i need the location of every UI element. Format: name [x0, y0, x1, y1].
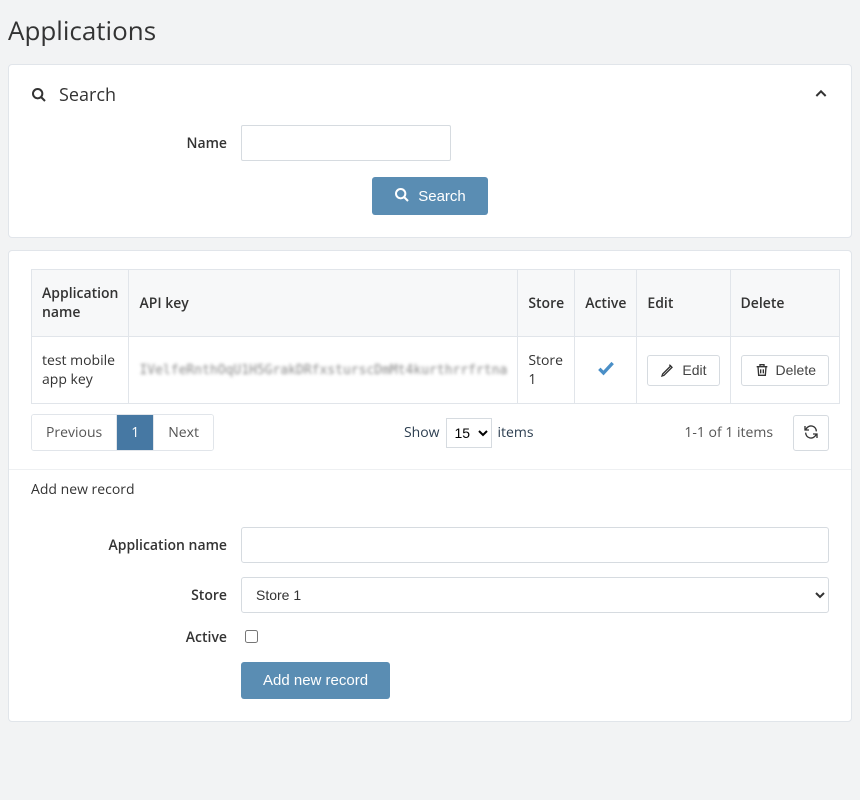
add-record-form: Application name Store Store 1 Active Ad… [31, 509, 829, 721]
count-text: 1-1 of 1 items [684, 423, 773, 442]
add-app-name-input[interactable] [241, 527, 829, 563]
search-button-label: Search [418, 188, 466, 205]
edit-button[interactable]: Edit [647, 355, 719, 386]
delete-button[interactable]: Delete [741, 355, 829, 386]
cell-app-name: test mobile app key [32, 337, 129, 404]
col-app-name[interactable]: Application name [32, 270, 129, 337]
search-icon [31, 83, 47, 107]
search-name-input[interactable] [241, 125, 451, 161]
show-label: Show [404, 423, 440, 442]
cell-active [575, 337, 637, 404]
cell-api-key: IVelfeRnthOqU1H5GrakDRfxsturscDmMt4kurth… [129, 337, 518, 404]
pager-page-1[interactable]: 1 [116, 415, 153, 450]
search-name-label: Name [31, 134, 241, 153]
pager: Previous 1 Next [31, 414, 214, 451]
col-api-key[interactable]: API key [129, 270, 518, 337]
add-record-button[interactable]: Add new record [241, 662, 390, 699]
table-header-row: Application name API key Store Active Ed… [32, 270, 840, 337]
edit-button-label: Edit [682, 362, 706, 378]
col-delete: Delete [730, 270, 839, 337]
refresh-icon [803, 424, 819, 441]
page-size-select[interactable]: 15 [446, 418, 492, 448]
table-footer: Previous 1 Next Show 15 items 1-1 of 1 i… [31, 404, 829, 469]
collapse-panel-toggle[interactable] [813, 86, 829, 105]
applications-table: Application name API key Store Active Ed… [31, 269, 840, 404]
add-active-label: Active [31, 628, 241, 647]
search-icon [394, 187, 410, 205]
search-button[interactable]: Search [372, 177, 488, 215]
pager-previous[interactable]: Previous [32, 415, 116, 450]
search-panel-header: Search [31, 83, 829, 107]
search-panel-title: Search [59, 83, 116, 107]
col-edit: Edit [637, 270, 730, 337]
add-app-name-label: Application name [31, 536, 241, 555]
pencil-icon [660, 362, 676, 379]
cell-edit: Edit [637, 337, 730, 404]
col-active[interactable]: Active [575, 270, 637, 337]
table-row: test mobile app key IVelfeRnthOqU1H5Grak… [32, 337, 840, 404]
page-size-group: Show 15 items [404, 418, 534, 448]
pager-next[interactable]: Next [153, 415, 213, 450]
add-store-select[interactable]: Store 1 [241, 577, 829, 613]
search-panel: Search Name Search [8, 64, 852, 238]
cell-delete: Delete [730, 337, 839, 404]
check-icon [596, 364, 616, 383]
data-panel: Application name API key Store Active Ed… [8, 250, 852, 722]
col-store[interactable]: Store [518, 270, 575, 337]
refresh-button[interactable] [793, 415, 829, 451]
add-active-checkbox[interactable] [245, 630, 258, 643]
delete-button-label: Delete [776, 362, 816, 378]
cell-store: Store 1 [518, 337, 575, 404]
trash-icon [754, 362, 770, 379]
items-label: items [498, 423, 534, 442]
page-title: Applications [8, 12, 852, 48]
add-store-label: Store [31, 586, 241, 605]
add-record-heading: Add new record [9, 469, 851, 509]
add-record-button-label: Add new record [263, 672, 368, 689]
